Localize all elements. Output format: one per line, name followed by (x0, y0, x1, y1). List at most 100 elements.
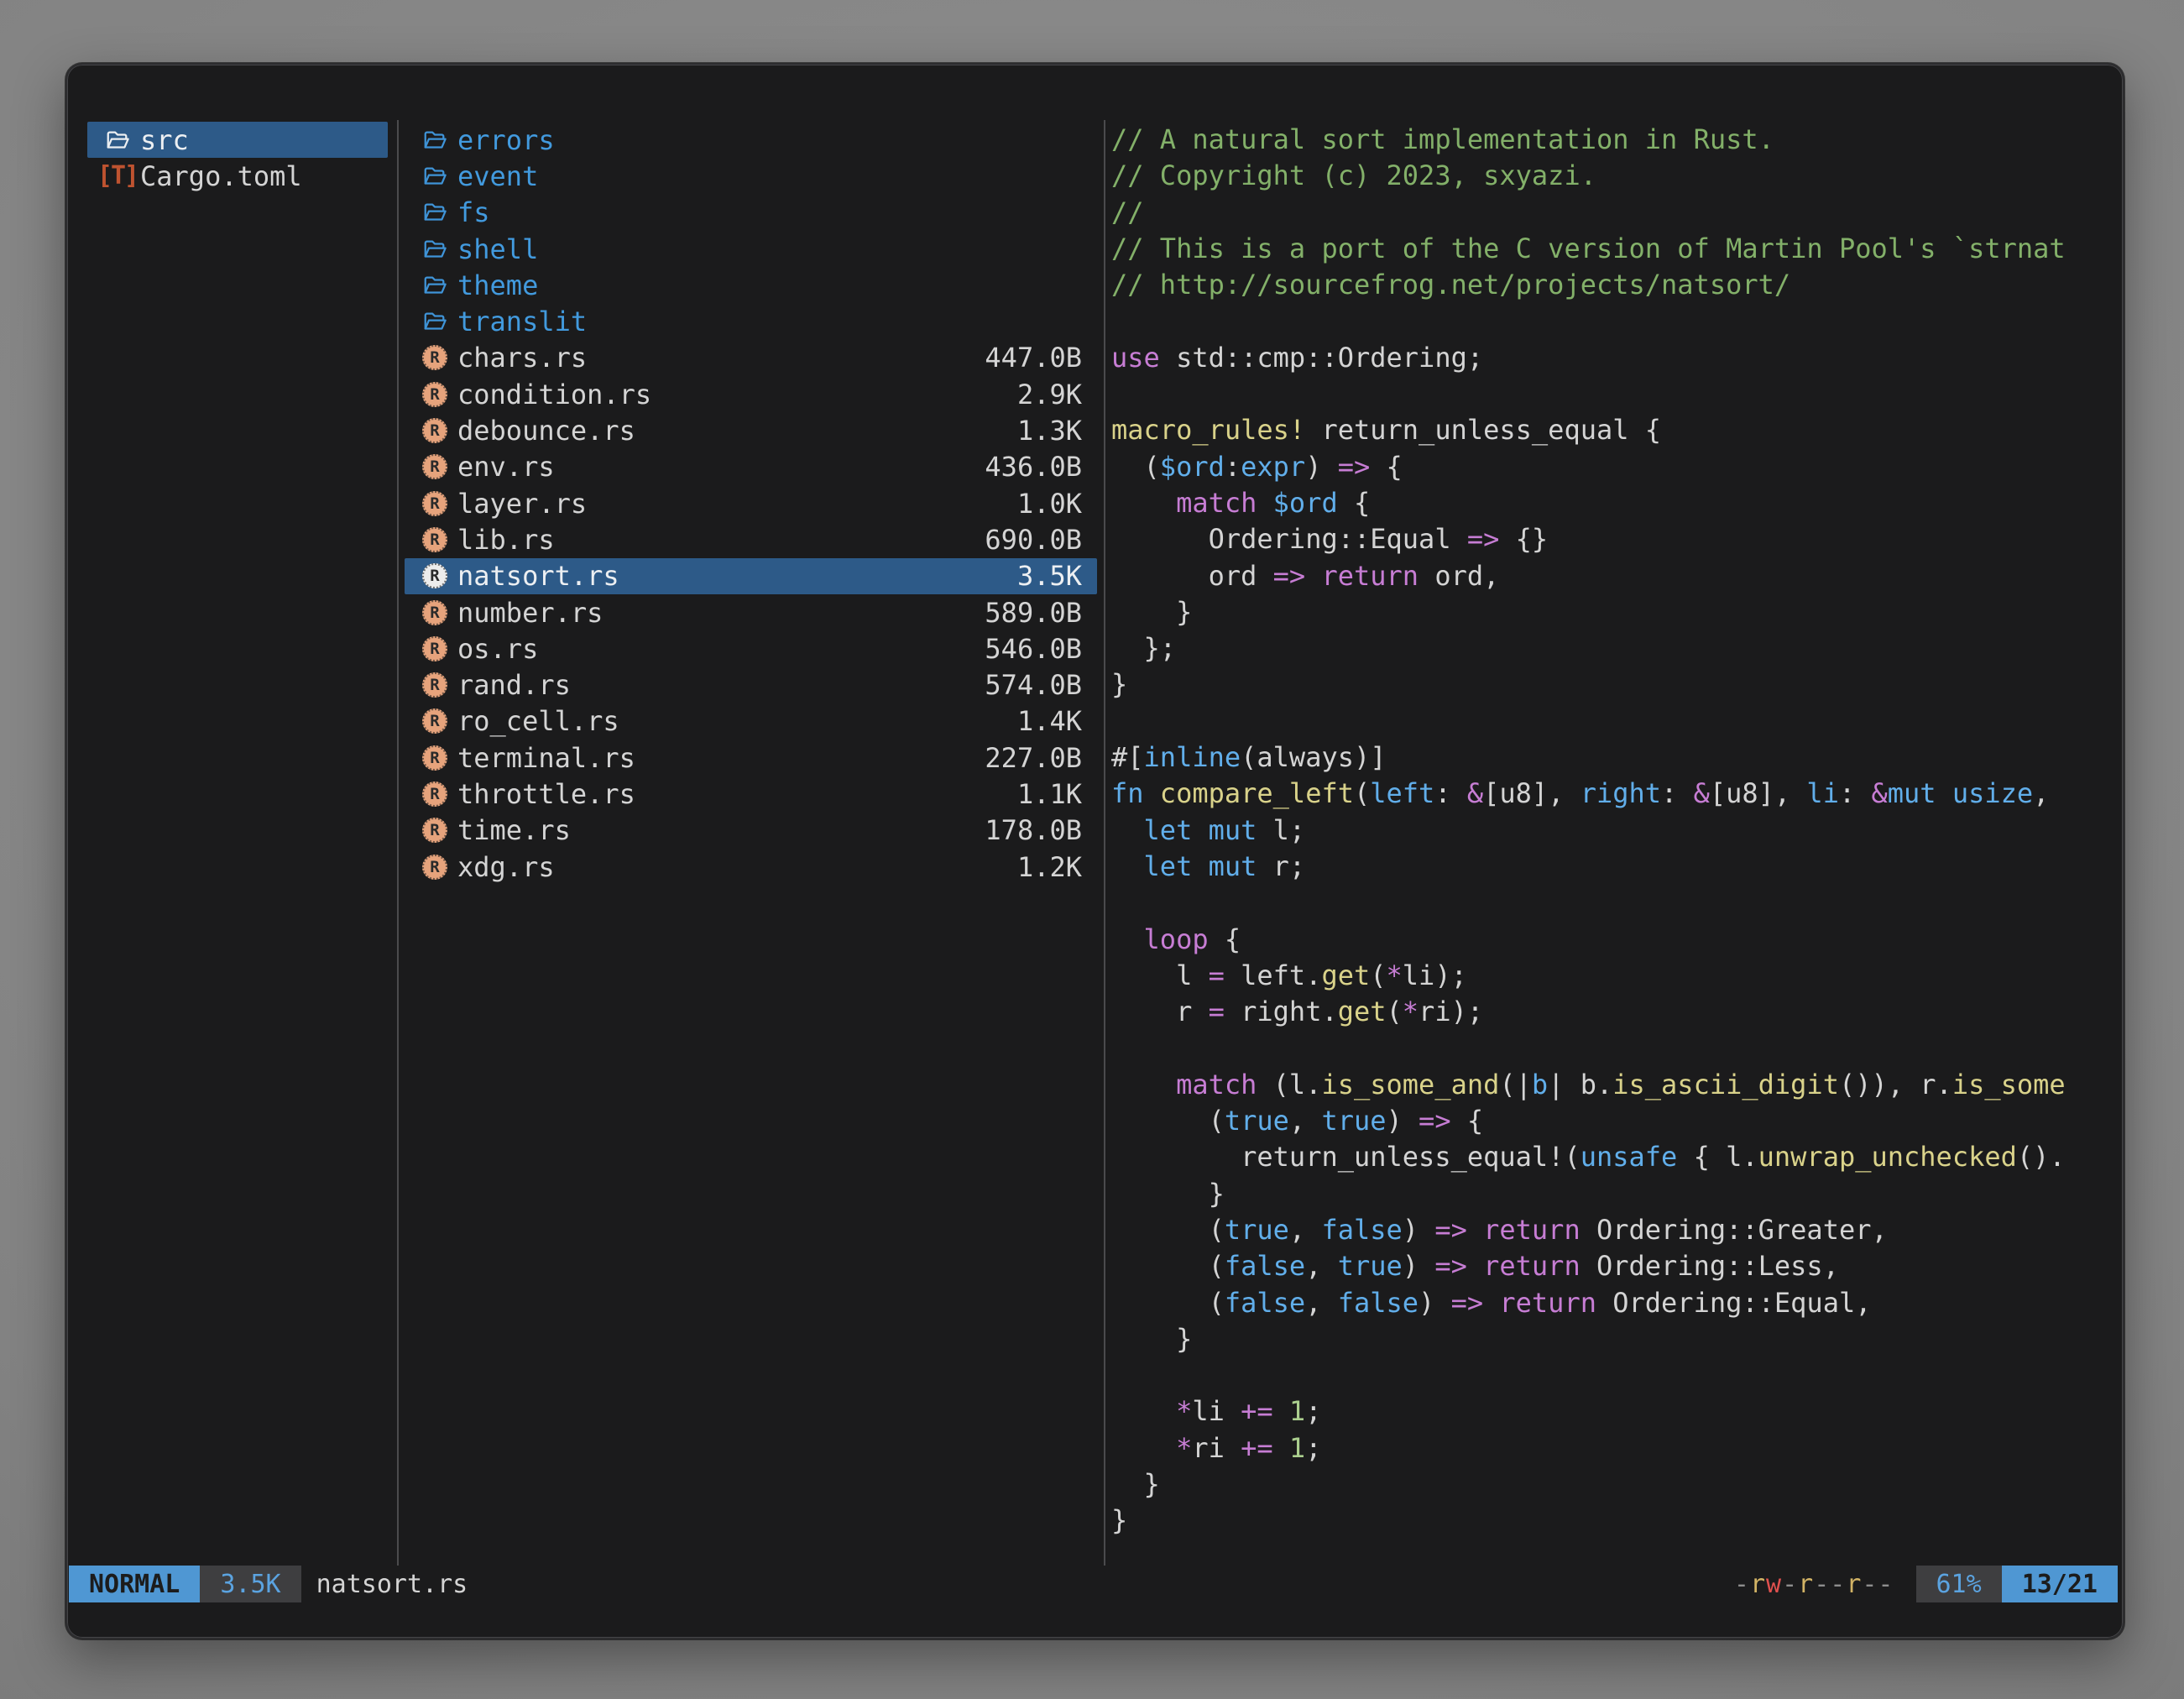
code-line: l = left.get(*li); (1111, 958, 2085, 994)
file-row[interactable]: Rlib.rs 690.0B (405, 521, 1097, 557)
file-row[interactable]: [T]Cargo.toml (87, 158, 388, 194)
code-line: // Copyright (c) 2023, sxyazi. (1111, 158, 2085, 194)
folder-icon (421, 163, 448, 190)
entry-size: 1.0K (1017, 488, 1097, 520)
directory-row[interactable]: fs (405, 195, 1097, 231)
rust-file-icon: R (421, 344, 448, 371)
rust-file-icon: R (421, 781, 448, 808)
status-file-name: natsort.rs (316, 1570, 468, 1599)
entry-size: 2.9K (1017, 379, 1097, 410)
code-line (1111, 376, 2085, 412)
rust-file-icon: R (421, 490, 448, 517)
code-line: } (1111, 594, 2085, 630)
directory-row[interactable]: translit (405, 303, 1097, 339)
entry-name: time.rs (457, 814, 571, 846)
entry-name: xdg.rs (457, 851, 555, 883)
code-line: (true, false) => return Ordering::Greate… (1111, 1212, 2085, 1248)
entry-name: fs (457, 196, 490, 228)
code-line: } (1111, 1503, 2085, 1539)
rust-file-icon: R (421, 745, 448, 771)
entry-size: 690.0B (985, 524, 1097, 556)
file-row[interactable]: Rchars.rs447.0B (405, 340, 1097, 376)
yazi-terminal-window: src[T]Cargo.toml errors event fs shelltheme… (65, 63, 2124, 1639)
entry-size: 436.0B (985, 451, 1097, 483)
file-preview-pane[interactable]: // A natural sort implementation in Rust… (1111, 122, 2085, 1540)
directory-row[interactable]: shell (405, 231, 1097, 267)
code-line: match (l.is_some_and(|b| b.is_ascii_digi… (1111, 1067, 2085, 1103)
code-line: (false, false) => return Ordering::Equal… (1111, 1285, 2085, 1321)
file-row[interactable]: Rterminal.rs227.0B (405, 740, 1097, 776)
directory-row[interactable]: src (87, 122, 388, 158)
code-line: return_unless_equal!(unsafe { l.unwrap_u… (1111, 1139, 2085, 1175)
rust-file-icon: R (421, 562, 448, 589)
file-row[interactable]: Rcondition.rs2.9K (405, 376, 1097, 412)
rust-file-icon: R (421, 526, 448, 553)
entry-size: 1.2K (1017, 851, 1097, 883)
rust-file-icon: R (421, 817, 448, 844)
entry-name: event (457, 160, 538, 192)
file-row[interactable]: Rlayer.rs1.0K (405, 485, 1097, 521)
folder-icon (421, 272, 448, 299)
entry-name: terminal.rs (457, 742, 635, 774)
code-line: // (1111, 195, 2085, 231)
code-line: match $ord { (1111, 485, 2085, 521)
entry-name: os.rs (457, 633, 538, 665)
rust-file-icon: R (421, 599, 448, 626)
code-line: // A natural sort implementation in Rust… (1111, 122, 2085, 158)
entry-name: env.rs (457, 451, 555, 483)
mode-badge: NORMAL (69, 1566, 200, 1602)
code-line: r = right.get(*ri); (1111, 994, 2085, 1030)
directory-row[interactable]: errors (405, 122, 1097, 158)
directory-row[interactable]: theme (405, 267, 1097, 303)
entry-name: shell (457, 233, 538, 265)
file-row[interactable]: Renv.rs 436.0B (405, 449, 1097, 485)
file-row[interactable]: Rrand.rs 574.0B (405, 667, 1097, 703)
file-row[interactable]: Ros.rs546.0B (405, 630, 1097, 667)
file-row[interactable]: Rnatsort.rs3.5K (405, 558, 1097, 594)
code-line (1111, 885, 2085, 921)
file-row[interactable]: Rdebounce.rs 1.3K (405, 412, 1097, 448)
code-line: } (1111, 1321, 2085, 1357)
code-line: use std::cmp::Ordering; (1111, 340, 2085, 376)
toml-file-icon: [T] (104, 163, 131, 190)
rust-file-icon: R (421, 417, 448, 444)
entry-name: ro_cell.rs (457, 705, 619, 737)
rust-file-icon: R (421, 453, 448, 480)
entry-size: 3.5K (1017, 560, 1097, 592)
entry-name: debounce.rs (457, 415, 635, 447)
directory-row[interactable]: event (405, 158, 1097, 194)
file-row[interactable]: Rxdg.rs1.2K (405, 849, 1097, 885)
parent-directory-pane: src[T]Cargo.toml (87, 122, 388, 195)
entry-name: rand.rs (457, 669, 571, 701)
entry-name: lib.rs (457, 524, 555, 556)
code-line: let mut l; (1111, 813, 2085, 849)
code-line: macro_rules! return_unless_equal { (1111, 412, 2085, 448)
status-right-group: -rw-r--r-- 61% 13/21 (1734, 1566, 2118, 1602)
entry-name: src (140, 124, 189, 156)
entry-size: 178.0B (985, 814, 1097, 846)
entry-size: 1.3K (1017, 415, 1097, 447)
rust-file-icon: R (421, 672, 448, 698)
file-row[interactable]: Rtime.rs 178.0B (405, 813, 1097, 849)
code-line (1111, 1357, 2085, 1393)
file-row[interactable]: Rro_cell.rs1.4K (405, 703, 1097, 740)
code-line (1111, 303, 2085, 339)
code-line: loop { (1111, 922, 2085, 958)
file-row[interactable]: Rthrottle.rs1.1K (405, 776, 1097, 812)
entry-size: 447.0B (985, 342, 1097, 374)
folder-icon (421, 127, 448, 154)
folder-icon (421, 308, 448, 335)
entry-name: errors (457, 124, 555, 156)
entry-name: number.rs (457, 597, 603, 629)
entry-size: 574.0B (985, 669, 1097, 701)
code-line: Ordering::Equal => {} (1111, 521, 2085, 557)
code-line: // http://sourcefrog.net/projects/natsor… (1111, 267, 2085, 303)
entry-name: condition.rs (457, 379, 651, 410)
current-directory-pane: errors event fs shellthemetranslitRchars.rs… (405, 122, 1097, 885)
entry-size: 589.0B (985, 597, 1097, 629)
rust-file-icon: R (421, 635, 448, 662)
pane-divider-right (1104, 120, 1105, 1566)
code-line: *ri += 1; (1111, 1430, 2085, 1466)
file-size-badge: 3.5K (200, 1566, 300, 1602)
file-row[interactable]: Rnumber.rs 589.0B (405, 594, 1097, 630)
